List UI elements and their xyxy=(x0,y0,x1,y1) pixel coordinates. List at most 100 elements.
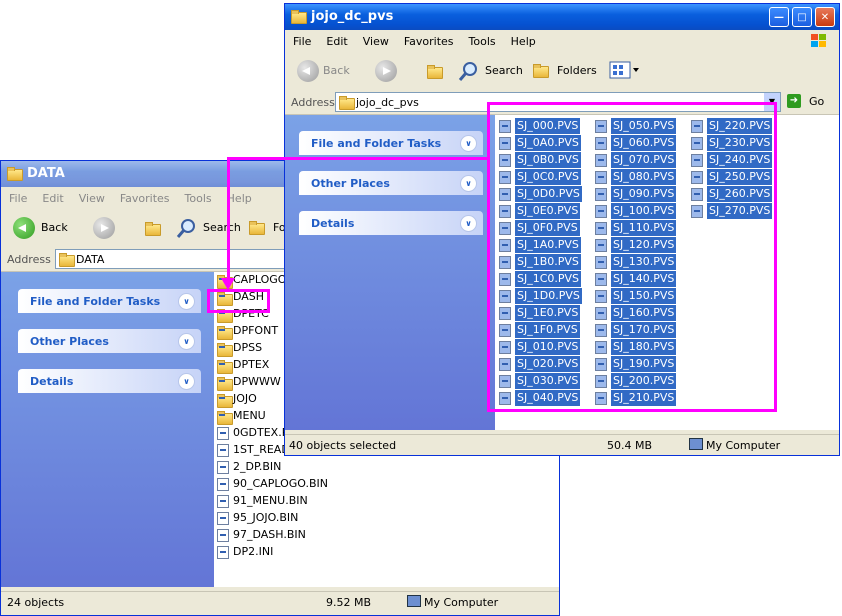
data-status-bar: 24 objects 9.52 MB My Computer xyxy=(1,591,559,612)
menu-favorites[interactable]: Favorites xyxy=(112,187,177,205)
folder-icon xyxy=(59,253,75,267)
panel-other-places[interactable]: Other Places ∨ xyxy=(299,171,483,195)
file-name: DP2.INI xyxy=(233,545,274,558)
file-name: DPWWW xyxy=(233,375,281,388)
pvs-menubar: File Edit View Favorites Tools Help xyxy=(285,30,839,53)
panel-details[interactable]: Details ∨ xyxy=(299,211,483,235)
computer-icon xyxy=(407,595,421,607)
minimize-button[interactable]: — xyxy=(769,7,789,27)
highlight-dash-folder-box xyxy=(207,289,270,313)
menu-favorites[interactable]: Favorites xyxy=(396,30,461,48)
pvs-window-title: jojo_dc_pvs xyxy=(311,9,394,24)
highlight-pvs-files-box xyxy=(487,102,777,412)
status-location: My Computer xyxy=(424,596,499,609)
pvs-window-titlebar[interactable]: jojo_dc_pvs — □ ✕ xyxy=(285,4,839,30)
connector-line-vertical xyxy=(227,157,230,279)
views-button[interactable] xyxy=(609,57,643,85)
connector-line-horizontal xyxy=(227,157,489,160)
maximize-button[interactable]: □ xyxy=(792,7,812,27)
address-label: Address xyxy=(291,96,335,109)
menu-file[interactable]: File xyxy=(285,30,318,48)
search-icon xyxy=(458,62,477,81)
file-name: 2_DP.BIN xyxy=(233,460,282,473)
chevron-down-icon[interactable]: ∨ xyxy=(460,215,477,232)
file-icon xyxy=(217,444,229,457)
panel-file-folder-tasks[interactable]: File and Folder Tasks ∨ xyxy=(299,131,483,155)
chevron-down-icon[interactable]: ∨ xyxy=(178,333,195,350)
chevron-down-icon[interactable]: ∨ xyxy=(178,373,195,390)
folder-icon xyxy=(217,410,233,425)
folder-icon xyxy=(339,96,355,110)
folder-icon xyxy=(6,166,23,181)
panel-details[interactable]: Details ∨ xyxy=(18,369,201,393)
folder-icon xyxy=(217,325,233,340)
chevron-down-icon[interactable]: ∨ xyxy=(460,175,477,192)
file-name: DPFONT xyxy=(233,324,279,337)
menu-view[interactable]: View xyxy=(71,187,112,205)
forward-button[interactable] xyxy=(91,214,131,242)
file-icon xyxy=(217,461,229,474)
file-name: 97_DASH.BIN xyxy=(233,528,306,541)
back-button[interactable]: Back xyxy=(295,57,365,85)
computer-icon xyxy=(689,438,703,450)
file-name: 90_CAPLOGO.BIN xyxy=(233,477,328,490)
menu-tools[interactable]: Tools xyxy=(177,187,219,205)
back-arrow-icon xyxy=(297,60,319,82)
folders-button[interactable]: Folders xyxy=(531,57,597,85)
up-folder-button[interactable] xyxy=(141,214,167,242)
status-location: My Computer xyxy=(706,439,781,452)
file-name: 1ST_READ xyxy=(233,443,290,456)
file-icon xyxy=(217,427,229,440)
menu-help[interactable]: Help xyxy=(219,187,259,205)
folder-icon xyxy=(217,359,233,374)
file-name: MENU xyxy=(233,409,266,422)
file-icon xyxy=(217,529,229,542)
folders-icon xyxy=(249,221,265,235)
pvs-toolbar: Back Search Folders xyxy=(285,52,839,91)
menu-view[interactable]: View xyxy=(355,30,396,48)
folders-icon xyxy=(533,64,549,78)
address-label: Address xyxy=(7,253,51,266)
up-folder-icon xyxy=(145,222,161,236)
back-arrow-icon xyxy=(13,217,35,239)
status-size: 9.52 MB xyxy=(326,596,372,609)
views-icon xyxy=(609,61,639,79)
menu-help[interactable]: Help xyxy=(503,30,543,48)
folder-icon xyxy=(217,376,233,391)
close-button[interactable]: ✕ xyxy=(815,7,835,27)
folder-icon xyxy=(217,393,233,408)
menu-edit[interactable]: Edit xyxy=(34,187,70,205)
pvs-tasks-pane: File and Folder Tasks ∨ Other Places ∨ D… xyxy=(285,115,495,430)
menu-file[interactable]: File xyxy=(1,187,34,205)
menu-tools[interactable]: Tools xyxy=(461,30,503,48)
forward-arrow-icon xyxy=(375,60,397,82)
pvs-status-bar: 40 objects selected 50.4 MB My Computer xyxy=(285,434,839,455)
go-button[interactable]: ➜ Go xyxy=(787,92,831,110)
search-button[interactable]: Search xyxy=(457,57,523,85)
panel-file-folder-tasks[interactable]: File and Folder Tasks ∨ xyxy=(18,289,201,313)
data-tasks-pane: File and Folder Tasks ∨ Other Places ∨ D… xyxy=(1,272,214,587)
menu-edit[interactable]: Edit xyxy=(318,30,354,48)
folders-button[interactable]: Fo xyxy=(247,214,287,242)
file-icon xyxy=(217,546,229,559)
folder-icon xyxy=(290,9,307,24)
windows-logo-icon xyxy=(809,32,829,53)
file-name: 95_JOJO.BIN xyxy=(233,511,299,524)
chevron-down-icon[interactable]: ∨ xyxy=(460,135,477,152)
search-icon xyxy=(176,219,195,238)
back-button[interactable]: Back xyxy=(11,214,81,242)
file-icon xyxy=(217,495,229,508)
chevron-down-icon[interactable]: ∨ xyxy=(178,293,195,310)
file-name: DPTEX xyxy=(233,358,270,371)
file-name: 91_MENU.BIN xyxy=(233,494,308,507)
file-icon xyxy=(217,478,229,491)
status-size: 50.4 MB xyxy=(607,439,653,452)
status-objects: 24 objects xyxy=(7,596,65,609)
status-objects: 40 objects selected xyxy=(289,439,397,452)
file-icon xyxy=(217,512,229,525)
up-folder-button[interactable] xyxy=(423,57,449,85)
folder-icon xyxy=(217,342,233,357)
data-window-title: DATA xyxy=(27,166,65,181)
panel-other-places[interactable]: Other Places ∨ xyxy=(18,329,201,353)
forward-button[interactable] xyxy=(373,57,413,85)
